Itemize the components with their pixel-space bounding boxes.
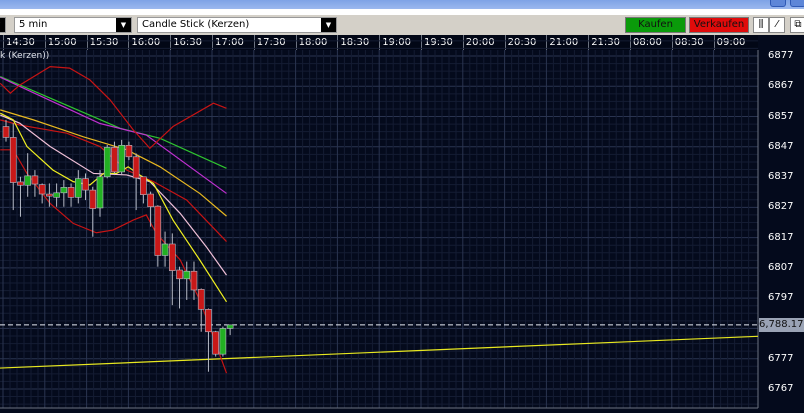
last-price-label: 6,788.17 — [759, 317, 804, 332]
candle-up — [96, 176, 104, 209]
candle-down — [46, 193, 53, 197]
candle-down — [82, 178, 89, 191]
price-label: 6837 — [768, 171, 794, 183]
candle-down — [147, 193, 154, 208]
candle-up — [60, 187, 68, 194]
price-label: 6767 — [768, 382, 794, 394]
candle-down — [89, 189, 97, 209]
candle-down — [111, 147, 118, 173]
candle-down — [125, 144, 133, 158]
price-label: 6797 — [768, 292, 794, 304]
price-chart[interactable] — [0, 0, 804, 413]
price-label: 6817 — [768, 231, 794, 243]
candle-up — [103, 147, 111, 178]
candle-up — [226, 324, 234, 329]
candle-down — [140, 176, 147, 195]
price-label: 6867 — [768, 80, 794, 92]
candle-down — [17, 181, 24, 186]
candle-down — [154, 205, 162, 256]
price-label: 6847 — [768, 140, 794, 152]
candle-up — [183, 270, 191, 280]
price-label: 6857 — [768, 110, 794, 122]
candle-down — [168, 243, 176, 271]
chart-legend: k (Kerzen)) — [0, 51, 50, 61]
candle-down — [38, 184, 46, 195]
candle-up — [118, 144, 125, 173]
candle-down — [190, 270, 198, 291]
candle-down — [9, 137, 17, 183]
price-label: 6777 — [768, 352, 794, 364]
price-label: 6807 — [768, 261, 794, 273]
candle-up — [75, 178, 82, 198]
candle-down — [2, 126, 10, 138]
candle-down — [197, 289, 205, 310]
candle-down — [212, 331, 219, 355]
candle-up — [24, 175, 31, 186]
candle-down — [132, 156, 140, 179]
price-label: 6827 — [768, 201, 794, 213]
candle-down — [67, 187, 75, 198]
candle-up — [219, 328, 227, 355]
candle-up — [53, 192, 60, 198]
price-label: 6877 — [768, 50, 794, 61]
candle-up — [161, 243, 169, 256]
candle-down — [205, 309, 212, 333]
candle-down — [176, 269, 183, 280]
candle-down — [31, 175, 39, 185]
